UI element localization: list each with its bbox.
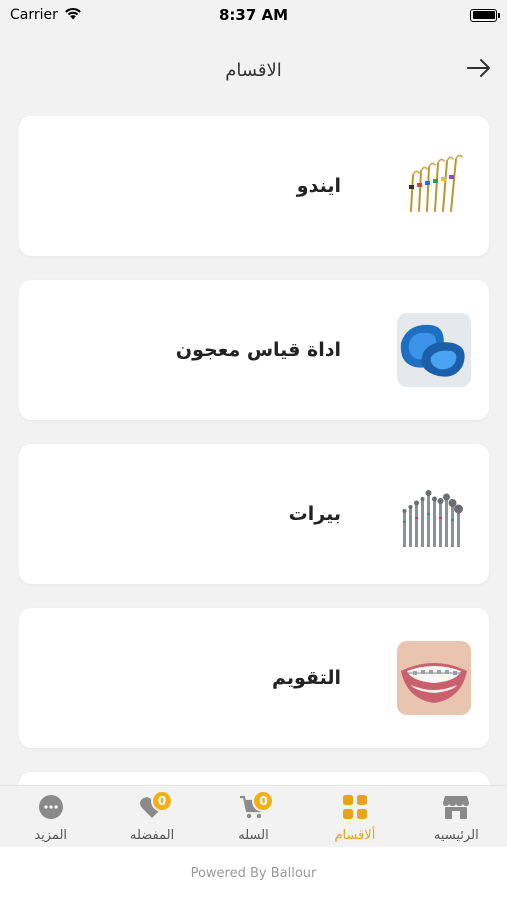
category-card-impression[interactable]: اداة قياس معجون [19,280,489,420]
header: الاقسام [0,50,507,90]
wifi-icon [64,7,82,24]
tab-label: السله [238,828,269,843]
tab-label: الرئيسيه [433,828,479,843]
tab-home[interactable]: الرئيسيه [406,786,507,847]
status-left: Carrier [10,7,82,24]
arrow-right-icon [466,58,492,82]
grid-icon [340,792,370,822]
category-label: التقويم [271,667,341,689]
category-label: بيرات [288,503,341,525]
category-list: ايندو اداة قياس معجون بيرات التقويم [19,116,489,785]
page-title: الاقسام [225,59,282,81]
tab-bar: الرئيسيه ألاقسام 0 السله 0 المفضله المزي… [0,785,507,847]
powered-by-footer: Powered By Ballour [0,847,507,900]
category-card-burs[interactable]: بيرات [19,444,489,584]
status-bar: Carrier 8:37 AM [0,0,507,30]
tab-more[interactable]: المزيد [0,786,101,847]
endo-files-icon [397,149,471,223]
cart-icon: 0 [238,790,275,822]
category-card-endo[interactable]: ايندو [19,116,489,256]
category-label: ايندو [296,175,341,197]
tab-favorites[interactable]: 0 المفضله [101,786,202,847]
favorites-badge: 0 [151,790,174,812]
tab-label: ألاقسام [334,828,376,843]
category-label: اداة قياس معجون [175,339,341,361]
tab-categories[interactable]: ألاقسام [304,786,405,847]
back-button[interactable] [465,58,493,82]
battery-icon [470,8,500,22]
impression-tray-icon [397,313,471,387]
heart-icon: 0 [137,790,174,822]
tab-cart[interactable]: 0 السله [203,786,304,847]
dental-burs-icon [397,477,471,551]
category-card-partial[interactable] [19,772,489,785]
category-card-braces[interactable]: التقويم [19,608,489,748]
tab-label: المزيد [34,828,68,843]
braces-smile-icon [397,641,471,715]
tab-label: المفضله [129,828,175,843]
more-icon [36,792,66,822]
cart-badge: 0 [252,790,275,812]
store-icon [441,792,471,822]
carrier-label: Carrier [10,7,58,23]
